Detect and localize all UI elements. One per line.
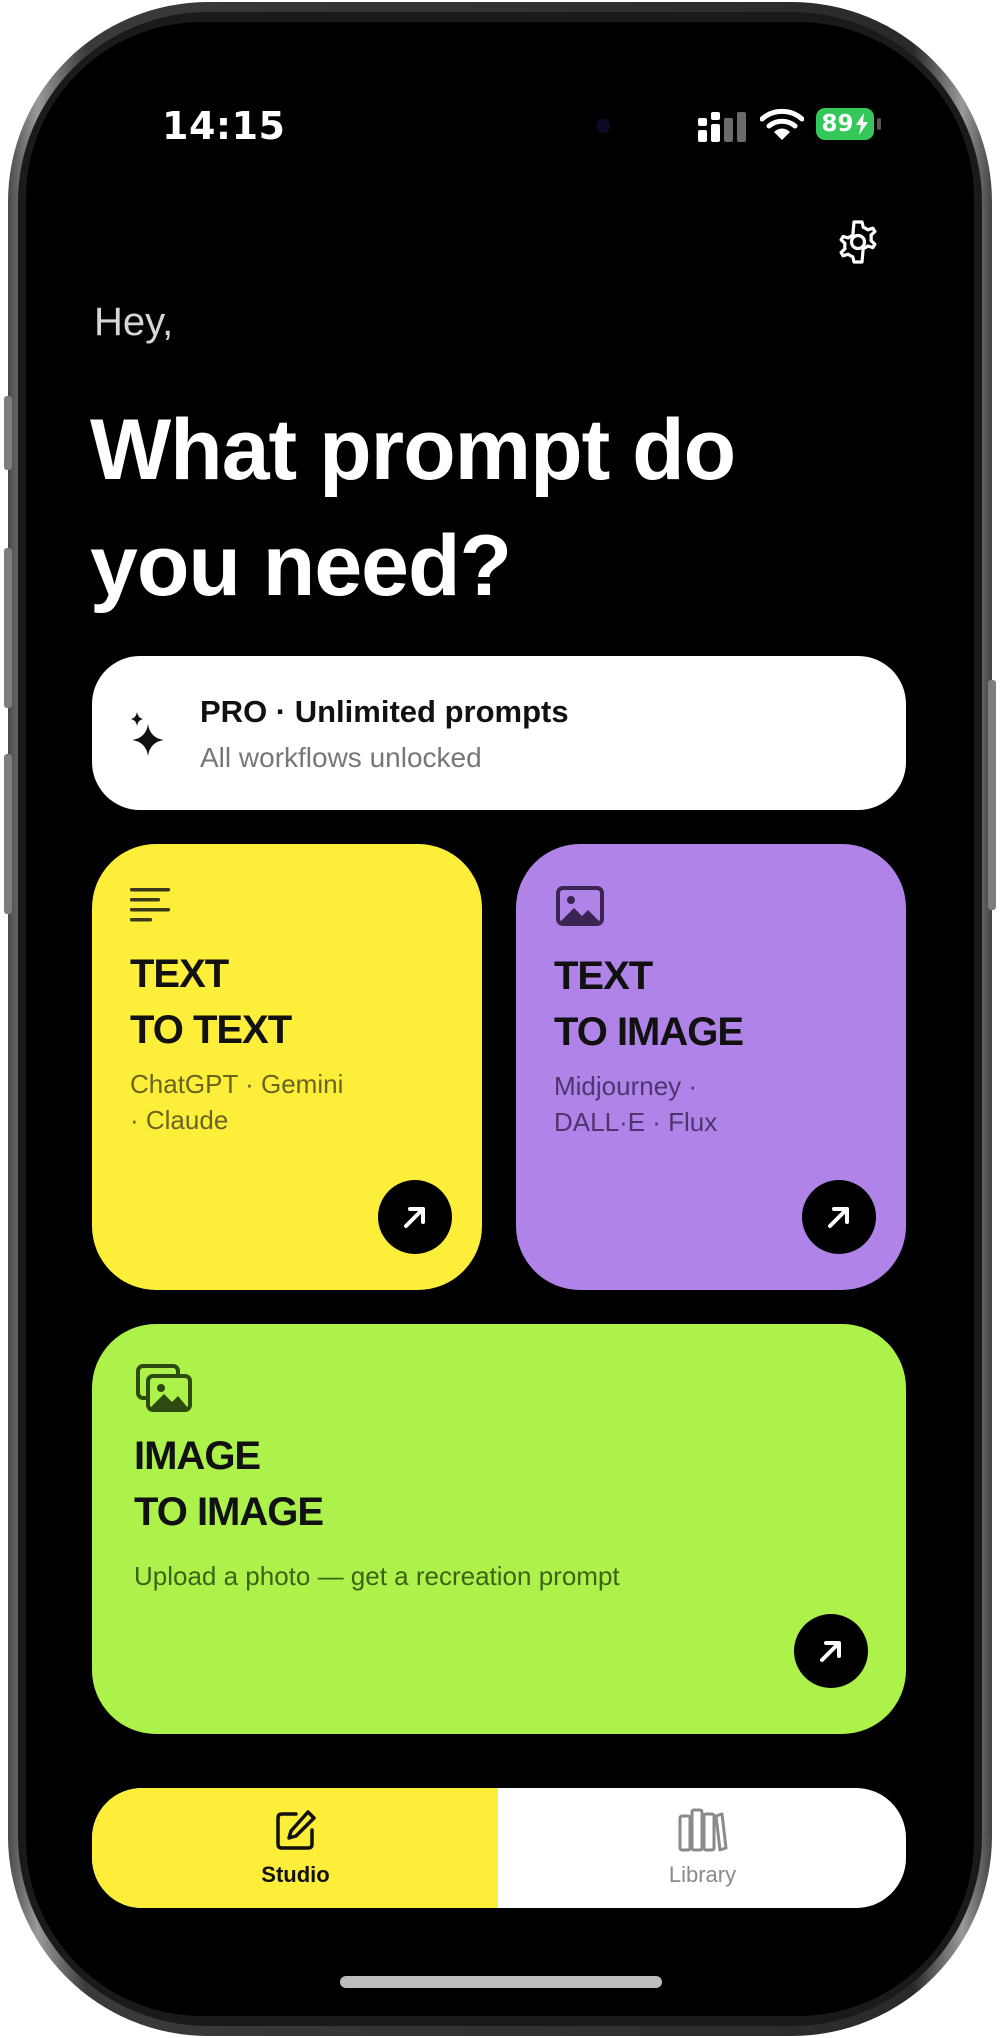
sparkles-icon xyxy=(131,712,164,756)
text-to-text-models-line-2: · Claude xyxy=(130,1105,229,1135)
text-to-text-title-line-2: TO TEXT xyxy=(130,1008,292,1052)
text-to-image-title-line-2: TO IMAGE xyxy=(554,1010,744,1054)
battery-level: 89 xyxy=(821,111,854,137)
text-to-text-card[interactable]: TEXT TO TEXT ChatGPT · Gemini · Claude xyxy=(92,844,482,1290)
wifi-icon xyxy=(760,108,804,140)
image-to-image-title-line-1: IMAGE xyxy=(134,1434,261,1478)
gear-icon[interactable] xyxy=(834,218,882,266)
greeting: Hey, xyxy=(94,300,174,344)
pro-banner-subtitle: All workflows unlocked xyxy=(200,742,482,773)
image-to-image-title-line-2: TO IMAGE xyxy=(134,1490,324,1534)
volume-up-button xyxy=(4,548,12,708)
pro-banner[interactable]: PRO · Unlimited prompts All workflows un… xyxy=(92,656,906,810)
pro-banner-title: PRO · Unlimited prompts xyxy=(200,694,569,729)
text-to-image-models-line-2: DALL·E · Flux xyxy=(554,1107,718,1137)
home-indicator[interactable] xyxy=(340,1976,662,1988)
image-to-image-title: IMAGE TO IMAGE xyxy=(134,1428,324,1540)
books-icon xyxy=(678,1808,727,1852)
battery-indicator: 89 xyxy=(816,108,874,140)
arrow-up-right-icon xyxy=(404,1207,425,1228)
image-to-image-open-button[interactable] xyxy=(794,1614,868,1688)
image-to-image-card[interactable]: IMAGE TO IMAGE Upload a photo — get a re… xyxy=(92,1324,906,1734)
tab-library[interactable]: Library xyxy=(499,1788,906,1908)
text-to-text-models: ChatGPT · Gemini · Claude xyxy=(130,1066,343,1138)
tab-studio[interactable]: Studio xyxy=(92,1788,499,1908)
image-to-image-description: Upload a photo — get a recreation prompt xyxy=(134,1561,620,1591)
text-to-image-models: Midjourney · DALL·E · Flux xyxy=(554,1068,717,1140)
tab-bar: Studio Library xyxy=(92,1788,906,1908)
volume-down-button xyxy=(4,754,12,914)
battery-cap xyxy=(877,118,881,130)
text-lines-icon xyxy=(130,888,170,922)
text-to-text-models-line-1: ChatGPT · Gemini xyxy=(130,1069,344,1099)
edit-icon xyxy=(275,1810,316,1850)
tab-library-label: Library xyxy=(668,1862,737,1887)
text-to-text-title: TEXT TO TEXT xyxy=(130,946,292,1058)
action-button xyxy=(4,396,12,470)
status-time: 14:15 xyxy=(162,104,286,148)
text-to-text-open-button[interactable] xyxy=(378,1180,452,1254)
text-to-image-models-line-1: Midjourney · xyxy=(554,1071,698,1101)
image-icon xyxy=(556,886,604,926)
images-stack-icon xyxy=(136,1364,192,1412)
text-to-text-title-line-1: TEXT xyxy=(130,952,229,996)
arrow-up-right-icon xyxy=(820,1641,841,1662)
text-to-image-card[interactable]: TEXT TO IMAGE Midjourney · DALL·E · Flux xyxy=(516,844,906,1290)
text-to-image-title: TEXT TO IMAGE xyxy=(554,948,744,1060)
page-title-line-2: you need? xyxy=(90,518,512,614)
text-to-image-open-button[interactable] xyxy=(802,1180,876,1254)
tab-studio-label: Studio xyxy=(261,1862,330,1887)
screen: 14:15 89 Hey, What prompt do you need? P… xyxy=(26,22,974,2016)
text-to-image-title-line-1: TEXT xyxy=(554,954,653,998)
charging-bolt-icon xyxy=(855,113,868,135)
arrow-up-right-icon xyxy=(828,1207,849,1228)
power-button xyxy=(988,680,996,910)
cellular-signal-icon xyxy=(698,112,746,142)
page-title-line-1: What prompt do xyxy=(90,402,736,498)
page-title: What prompt do you need? xyxy=(90,392,910,624)
front-camera xyxy=(596,119,610,133)
